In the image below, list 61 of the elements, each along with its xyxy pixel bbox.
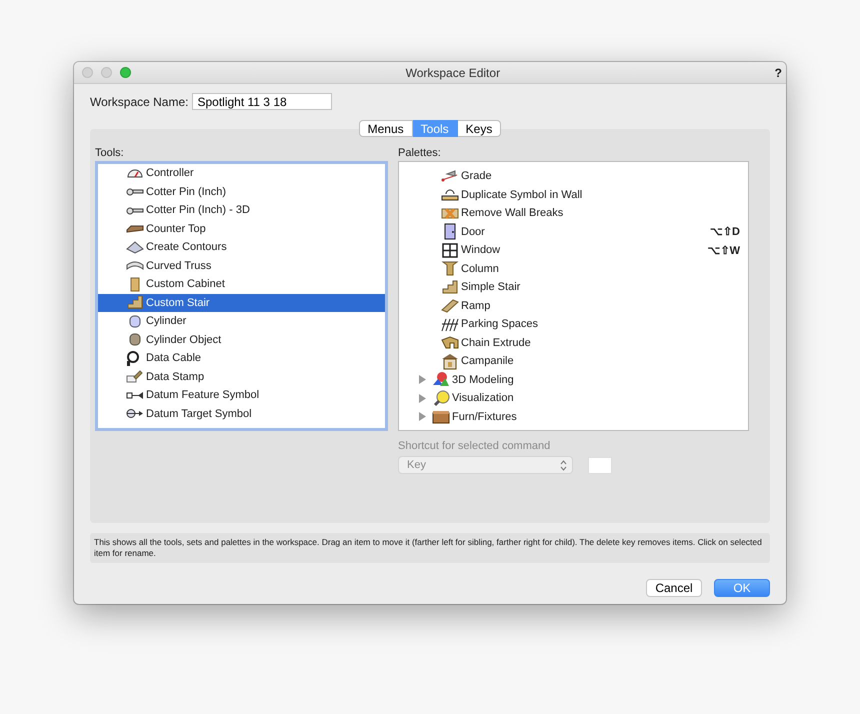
close-button[interactable] bbox=[82, 67, 93, 78]
window-icon bbox=[441, 242, 459, 259]
help-text: This shows all the tools, sets and palettes in the workspace. Drag an item to move it (farther left for sibling, farther right for child). The delete key removes items. Click on selected item for rename. bbox=[90, 533, 770, 563]
list-item[interactable]: Counter Top bbox=[98, 220, 385, 238]
cancel-button[interactable]: Cancel bbox=[646, 579, 702, 597]
column-icon bbox=[441, 260, 459, 278]
list-item[interactable]: Cylinder bbox=[98, 312, 385, 330]
list-item[interactable]: Campanile bbox=[399, 352, 748, 370]
list-item[interactable]: Remove Wall Breaks bbox=[399, 204, 748, 222]
list-item[interactable]: Simple Stair bbox=[399, 278, 748, 296]
shortcut-field[interactable] bbox=[588, 456, 612, 474]
list-item[interactable]: Cotter Pin (Inch) bbox=[98, 182, 385, 201]
list-item[interactable]: Parking Spaces bbox=[399, 315, 748, 334]
list-label: Tools: bbox=[95, 147, 125, 159]
stepper-icon bbox=[560, 460, 567, 470]
list-item[interactable]: Chain Extrude bbox=[399, 334, 748, 352]
help-button[interactable]: ? bbox=[774, 66, 786, 80]
list-item[interactable]: Curved Truss bbox=[98, 256, 385, 275]
list-item[interactable]: Cylinder Object bbox=[98, 330, 385, 349]
list-item[interactable]: Custom Cabinet bbox=[98, 275, 385, 294]
list-item[interactable]: Furn/Fixtures bbox=[399, 408, 748, 426]
stair-icon bbox=[441, 278, 459, 296]
list-item[interactable]: Data Stamp bbox=[98, 368, 385, 386]
shapes-icon bbox=[432, 371, 450, 388]
extrude-icon bbox=[441, 334, 459, 352]
list-item[interactable]: Ramp bbox=[399, 296, 748, 315]
lightbulb-icon bbox=[432, 390, 450, 407]
zoom-button[interactable] bbox=[120, 67, 131, 78]
tab[interactable]: Menus bbox=[358, 120, 413, 137]
list-item[interactable]: Visualization bbox=[399, 389, 748, 408]
tower-icon bbox=[441, 352, 459, 370]
furniture-icon bbox=[432, 408, 450, 426]
list-item[interactable]: Duplicate Symbol in Wall bbox=[399, 186, 748, 204]
disclosure-triangle-icon[interactable] bbox=[418, 394, 427, 403]
list-item[interactable]: Datum Feature Symbol bbox=[98, 386, 385, 404]
list-item[interactable]: Grade bbox=[399, 167, 748, 186]
field-label: Workspace Name: bbox=[90, 94, 188, 108]
list-label: Palettes: bbox=[398, 147, 442, 159]
disclosure-triangle-icon[interactable] bbox=[418, 375, 427, 384]
list-item[interactable]: Column bbox=[399, 260, 748, 278]
stair-icon bbox=[126, 294, 144, 312]
disclosure-triangle-icon[interactable] bbox=[418, 412, 427, 422]
workspace-name-field[interactable]: Spotlight 11 3 18 bbox=[192, 93, 332, 110]
list-item[interactable]: Datum Target Symbol bbox=[98, 404, 385, 423]
list-item[interactable]: Door ⌥⇧D bbox=[399, 222, 748, 241]
shortcut-text: ⌥⇧D bbox=[710, 225, 740, 238]
list-item[interactable]: Data Cable bbox=[98, 349, 385, 368]
shortcut-label: Shortcut for selected command bbox=[398, 440, 552, 452]
stamp-icon bbox=[126, 368, 144, 386]
contour-icon bbox=[126, 238, 144, 256]
window-title: Workspace Editor bbox=[404, 66, 502, 80]
shortcut-text: ⌥⇧W bbox=[708, 244, 740, 257]
list-item[interactable]: Window ⌥⇧W bbox=[399, 241, 748, 260]
list-item[interactable]: Custom Stair bbox=[98, 294, 385, 312]
list-item[interactable]: Controller bbox=[98, 164, 385, 182]
tab[interactable]: Keys bbox=[458, 120, 502, 137]
minimize-button[interactable] bbox=[101, 67, 112, 78]
list-item[interactable]: Cotter Pin (Inch) - 3D bbox=[98, 201, 385, 220]
ramp-icon bbox=[441, 297, 459, 314]
list-item[interactable]: Create Contours bbox=[98, 238, 385, 256]
list-item[interactable]: 3D Modeling bbox=[399, 370, 748, 389]
